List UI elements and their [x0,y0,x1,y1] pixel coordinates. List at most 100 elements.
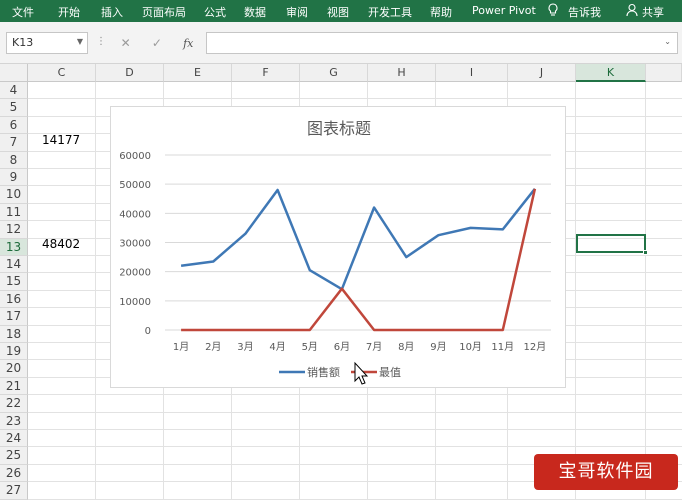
check-icon[interactable]: ✓ [152,36,162,50]
row-header-11[interactable]: 11 [0,203,28,222]
row-gridline [28,411,682,413]
legend-label-2: 最值 [379,366,401,379]
x-tick-label: 12月 [524,341,547,353]
x-tick-label: 1月 [173,341,189,353]
fill-handle[interactable] [643,250,648,255]
chevron-down-icon[interactable]: ▼ [77,37,83,46]
cell-c7[interactable]: 14177 [42,133,80,147]
row-header-10[interactable]: 10 [0,186,28,204]
row-header-27[interactable]: 27 [0,482,28,500]
tab-help[interactable]: 帮助 [430,4,452,20]
excel-window: 文件 开始 插入 页面布局 公式 数据 审阅 视图 开发工具 帮助 Power … [0,0,682,500]
line-chart[interactable]: 图表标题 0 10000 20000 30000 40000 50000 60000 1月 2月 3… [110,106,566,388]
select-all-corner[interactable] [0,64,28,82]
column-header-i[interactable]: I [436,64,508,82]
row-gridline [28,394,682,396]
formula-input[interactable]: ⌄ [206,32,678,54]
column-header-e[interactable]: E [164,64,232,82]
row-gridline [28,98,682,100]
row-header-15[interactable]: 15 [0,273,28,291]
column-header-next[interactable] [646,64,682,82]
selected-cell-k13[interactable] [576,234,646,253]
share-button[interactable]: 共享 [642,4,664,20]
y-tick-label: 60000 [119,151,151,162]
cell-c13[interactable]: 48402 [42,237,80,251]
tab-data[interactable]: 数据 [244,4,266,20]
x-tick-label: 8月 [398,341,414,353]
tab-insert[interactable]: 插入 [101,4,123,20]
row-gridline [28,446,682,448]
x-tick-label: 7月 [366,341,382,353]
chart-title: 图表标题 [307,119,371,138]
tab-home[interactable]: 开始 [58,4,80,20]
column-header-k[interactable]: K [576,64,646,82]
column-header-j[interactable]: J [508,64,576,82]
row-header-6[interactable]: 6 [0,116,28,135]
row-header-7[interactable]: 7 [0,134,28,152]
name-box-value: K13 [12,36,34,49]
row-gridline [28,498,682,500]
y-tick-label: 30000 [119,239,151,250]
row-header-4[interactable]: 4 [0,82,28,100]
x-tick-label: 11月 [491,341,514,353]
series-line-1 [180,188,536,291]
row-header-24[interactable]: 24 [0,430,28,448]
y-tick-label: 20000 [119,268,151,279]
row-header-18[interactable]: 18 [0,325,28,343]
row-header-25[interactable]: 25 [0,447,28,465]
chart-canvas: 图表标题 0 10000 20000 30000 40000 50000 60000 1月 2月 3… [119,119,551,385]
column-header-d[interactable]: D [96,64,164,82]
row-header-14[interactable]: 14 [0,256,28,274]
formula-buttons: ✕ ✓ fx [110,32,204,54]
column-header-c[interactable]: C [28,64,96,82]
name-box[interactable]: K13 ▼ [6,32,88,54]
row-header-20[interactable]: 20 [0,360,28,378]
tab-file[interactable]: 文件 [12,4,34,20]
mouse-cursor-icon [354,361,369,385]
row-header-21[interactable]: 21 [0,377,28,396]
row-header-16[interactable]: 16 [0,290,28,309]
tab-review[interactable]: 审阅 [286,4,308,20]
insert-function-icon[interactable]: fx [183,37,193,50]
row-header-19[interactable]: 19 [0,343,28,361]
cancel-icon[interactable]: ✕ [121,36,131,50]
x-tick-label: 5月 [302,341,318,353]
column-header-g[interactable]: G [300,64,368,82]
x-tick-label: 4月 [269,341,285,353]
row-header-13[interactable]: 13 [0,238,28,256]
y-tick-label: 50000 [119,180,151,191]
lightbulb-icon[interactable] [547,3,559,20]
tab-power-pivot[interactable]: Power Pivot [472,4,536,17]
watermark-logo: 宝哥软件园 [534,454,678,490]
row-header-12[interactable]: 12 [0,221,28,239]
x-tick-label: 10月 [459,341,482,353]
row-header-23[interactable]: 23 [0,412,28,430]
tell-me-search[interactable]: 告诉我 [568,4,601,20]
row-header-8[interactable]: 8 [0,151,28,169]
column-gridline [645,82,646,500]
column-header-h[interactable]: H [368,64,436,82]
row-header-9[interactable]: 9 [0,169,28,187]
column-gridline [575,82,576,500]
legend-label-1: 销售额 [307,365,340,379]
row-header-22[interactable]: 22 [0,395,28,413]
row-gridline [28,429,682,430]
y-tick-label: 0 [145,326,151,337]
tab-formulas[interactable]: 公式 [204,4,226,20]
tab-developer[interactable]: 开发工具 [368,4,412,20]
x-tick-label: 2月 [205,341,221,353]
user-icon[interactable] [626,3,638,20]
x-tick-label: 3月 [237,341,253,353]
expand-formula-icon[interactable]: ⌄ [664,37,671,46]
series-line-2 [181,188,537,332]
x-tick-label: 9月 [430,341,446,353]
row-header-5[interactable]: 5 [0,99,28,117]
row-header-17[interactable]: 17 [0,308,28,326]
formula-bar: K13 ▼ ⋮ ✕ ✓ fx ⌄ [0,22,682,64]
tab-page-layout[interactable]: 页面布局 [142,4,186,20]
tab-view[interactable]: 视图 [327,4,349,20]
row-header-26[interactable]: 26 [0,464,28,483]
column-header-f[interactable]: F [232,64,300,82]
x-tick-label: 6月 [334,341,350,353]
more-options-icon[interactable]: ⋮ [96,36,106,47]
